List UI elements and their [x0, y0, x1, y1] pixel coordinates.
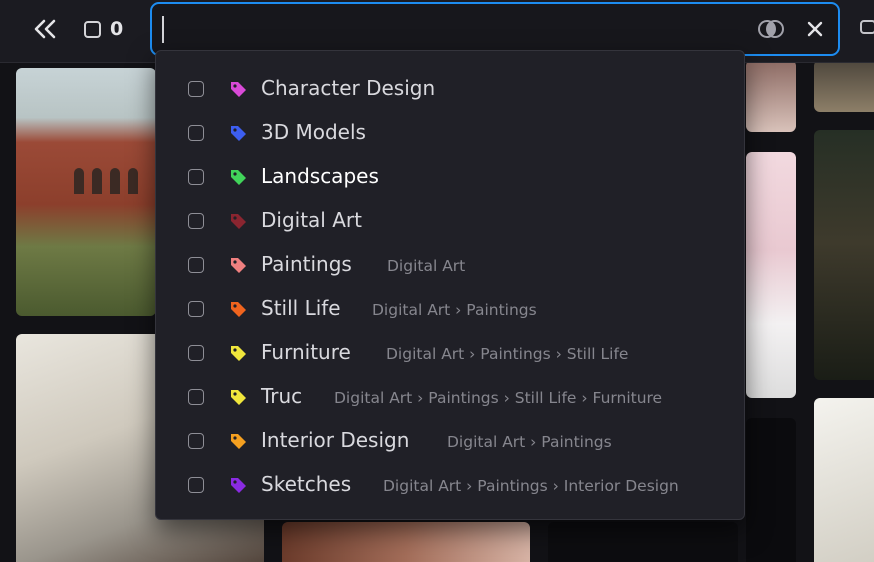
tag-label: 3D Models [261, 120, 366, 144]
tag-parent-path: Digital Art › Paintings › Still Life › F… [334, 389, 663, 407]
thumbnail-detail [128, 168, 138, 194]
tag-option[interactable]: Interior Design Digital Art › Paintings [156, 421, 744, 461]
collapse-sidebar-button[interactable] [30, 14, 60, 44]
filter-icon[interactable] [858, 18, 874, 38]
tag-label: Digital Art [261, 208, 362, 232]
tag-label: Landscapes [261, 164, 379, 188]
tag-label: Still Life [261, 296, 341, 320]
tag-icon [231, 478, 246, 493]
close-icon [807, 21, 823, 37]
tag-parent-path: Digital Art › Paintings › Still Life [386, 345, 629, 363]
tag-checkbox[interactable] [188, 125, 204, 141]
tag-checkbox[interactable] [188, 257, 204, 273]
tag-parent-path: Digital Art › Paintings [372, 301, 537, 319]
tag-option[interactable]: Landscapes [156, 157, 744, 197]
tag-icon [231, 302, 246, 317]
tag-checkbox[interactable] [188, 433, 204, 449]
selection-counter[interactable]: 0 [84, 16, 123, 42]
tag-suggestions-dropdown: Character Design 3D Models Landscapes Di… [155, 50, 745, 520]
tag-label: Character Design [261, 76, 436, 100]
tag-option[interactable]: Sketches Digital Art › Paintings › Inter… [156, 465, 744, 505]
tag-parent-path: Digital Art [387, 257, 466, 275]
match-mode-toggle[interactable] [756, 16, 786, 42]
tag-option[interactable]: Digital Art [156, 201, 744, 241]
tag-checkbox[interactable] [188, 213, 204, 229]
clear-search-button[interactable] [802, 15, 828, 43]
tag-checkbox[interactable] [188, 169, 204, 185]
tag-parent-path: Digital Art › Paintings [447, 433, 612, 451]
thumbnail-detail [74, 168, 84, 194]
tag-label: Sketches [261, 472, 352, 496]
tag-label: Interior Design [261, 428, 410, 452]
tag-checkbox[interactable] [188, 345, 204, 361]
tag-checkbox[interactable] [188, 389, 204, 405]
tag-option[interactable]: 3D Models [156, 113, 744, 153]
tag-search-input[interactable] [160, 12, 744, 48]
tag-label: Furniture [261, 340, 351, 364]
thumbnail-image[interactable] [746, 152, 796, 398]
tag-icon [231, 346, 246, 361]
tag-parent-path: Digital Art › Paintings › Interior Desig… [383, 477, 679, 495]
tag-option[interactable]: Truc Digital Art › Paintings › Still Lif… [156, 377, 744, 417]
selected-count: 0 [110, 18, 124, 40]
tag-checkbox[interactable] [188, 81, 204, 97]
tag-icon [231, 126, 246, 141]
app: 0 Character Design 3D Models Landscapes … [0, 0, 874, 562]
tag-label: Paintings [261, 252, 352, 276]
overlap-circles-icon [758, 20, 784, 38]
thumbnail-image[interactable] [746, 418, 796, 562]
checkbox-icon [84, 20, 101, 38]
tag-icon [231, 214, 246, 229]
thumbnail-image[interactable] [282, 522, 530, 562]
tag-icon [231, 390, 246, 405]
thumbnail-image[interactable] [814, 398, 874, 562]
tag-checkbox[interactable] [188, 477, 204, 493]
thumbnail-detail [92, 168, 102, 194]
thumbnail-image[interactable] [16, 68, 156, 316]
thumbnail-detail [110, 168, 120, 194]
tag-option[interactable]: Paintings Digital Art [156, 245, 744, 285]
tag-option[interactable]: Character Design [156, 69, 744, 109]
tag-checkbox[interactable] [188, 301, 204, 317]
thumbnail-image[interactable] [746, 60, 796, 132]
tag-option[interactable]: Furniture Digital Art › Paintings › Stil… [156, 333, 744, 373]
tag-icon [231, 82, 246, 97]
tag-icon [231, 258, 246, 273]
double-chevron-left-icon [34, 19, 56, 39]
tag-icon [231, 434, 246, 449]
tag-search-field[interactable] [150, 2, 840, 56]
thumbnail-image[interactable] [548, 522, 738, 562]
tag-option[interactable]: Still Life Digital Art › Paintings [156, 289, 744, 329]
thumbnail-image[interactable] [814, 60, 874, 112]
tag-label: Truc [261, 384, 303, 408]
thumbnail-image[interactable] [814, 130, 874, 380]
text-caret [162, 16, 164, 43]
tag-icon [231, 170, 246, 185]
